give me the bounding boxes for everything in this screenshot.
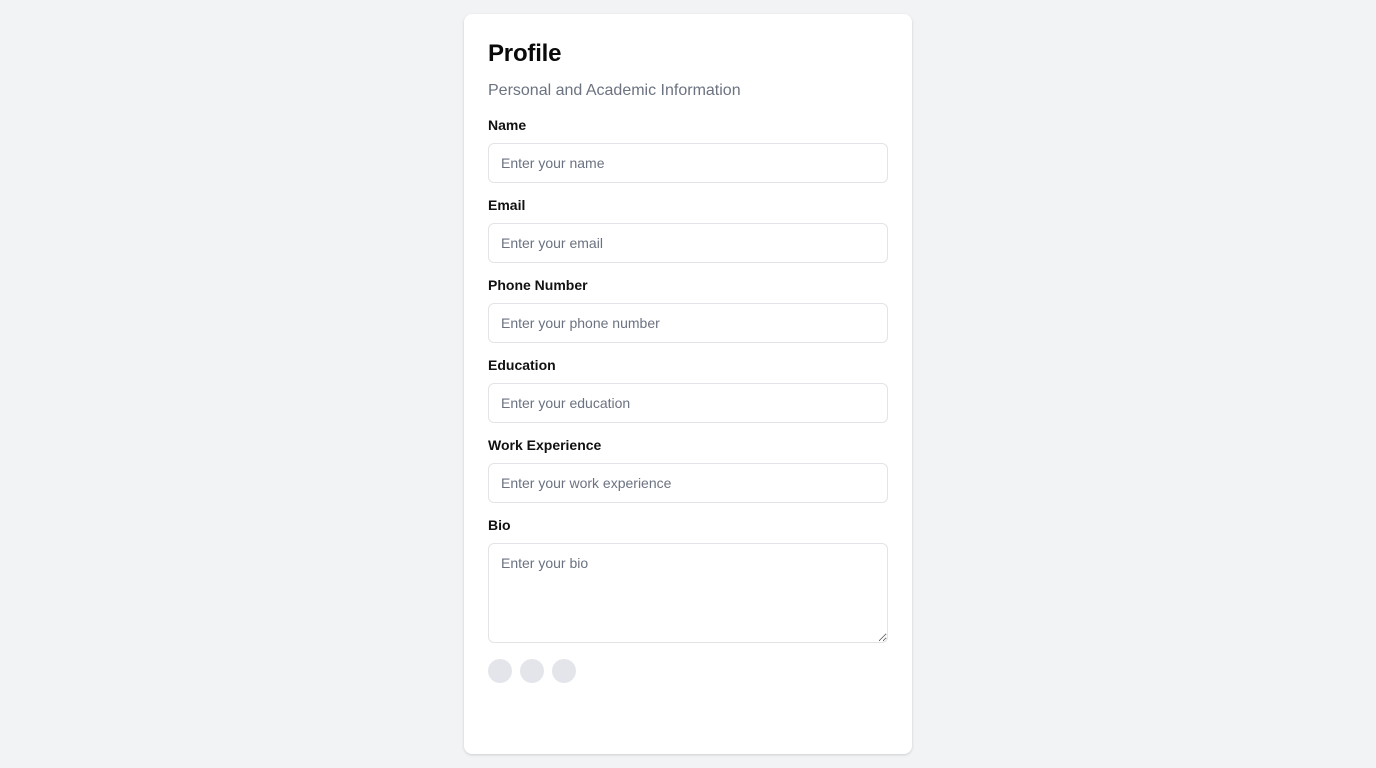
work-experience-field-group: Work Experience bbox=[488, 435, 888, 503]
page-subtitle: Personal and Academic Information bbox=[488, 82, 741, 99]
email-field-group: Email bbox=[488, 195, 888, 263]
work-experience-input[interactable] bbox=[488, 463, 888, 503]
phone-input[interactable] bbox=[488, 303, 888, 343]
email-input[interactable] bbox=[488, 223, 888, 263]
phone-field-group: Phone Number bbox=[488, 275, 888, 343]
bio-textarea[interactable] bbox=[488, 543, 888, 643]
education-field-group: Education bbox=[488, 355, 888, 423]
name-field-group: Name bbox=[488, 115, 888, 183]
profile-form: Name Email Phone Number Education Work E… bbox=[488, 115, 888, 643]
education-label: Education bbox=[488, 357, 556, 373]
bio-field-group: Bio bbox=[488, 515, 888, 643]
skeleton-avatar-3 bbox=[552, 659, 576, 683]
skeleton-avatars bbox=[488, 659, 888, 683]
skeleton-avatar-2 bbox=[520, 659, 544, 683]
page-title: Profile bbox=[488, 40, 562, 67]
phone-label: Phone Number bbox=[488, 277, 588, 293]
profile-card: Profile Personal and Academic Informatio… bbox=[464, 14, 912, 754]
education-input[interactable] bbox=[488, 383, 888, 423]
email-label: Email bbox=[488, 197, 526, 213]
bio-label: Bio bbox=[488, 517, 511, 533]
name-label: Name bbox=[488, 117, 527, 133]
name-input[interactable] bbox=[488, 143, 888, 183]
work-experience-label: Work Experience bbox=[488, 437, 602, 453]
skeleton-avatar-1 bbox=[488, 659, 512, 683]
